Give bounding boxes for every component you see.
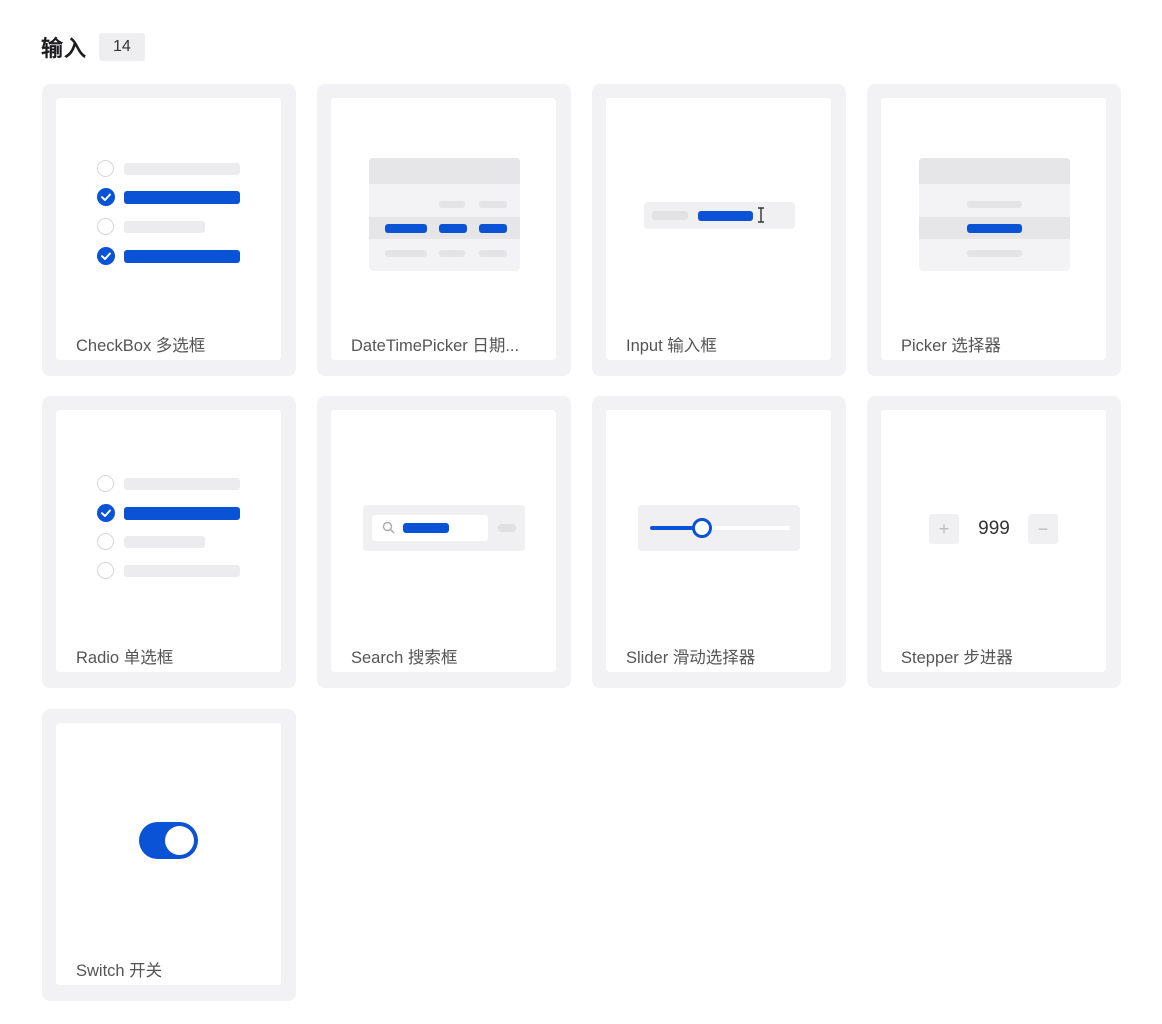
card-label: Input 输入框 [626, 337, 717, 355]
selected-bar [439, 224, 467, 233]
card-datetimepicker-inner: DateTimePicker 日期... [331, 98, 556, 360]
placeholder-bar [385, 250, 427, 257]
checkbox-illustration [56, 98, 281, 318]
card-picker-inner: Picker 选择器 [881, 98, 1106, 360]
stepper-value: 999 [978, 518, 1010, 539]
placeholder-bar [124, 478, 240, 490]
card-search[interactable]: Search 搜索框 [317, 396, 571, 688]
card-label: CheckBox 多选框 [76, 337, 206, 355]
placeholder-bar [124, 221, 205, 233]
card-switch-inner: Switch 开关 [56, 723, 281, 985]
card-slider[interactable]: Slider 滑动选择器 [592, 396, 846, 688]
card-stepper-inner: + 999 − Stepper 步进器 [881, 410, 1106, 672]
card-checkbox[interactable]: CheckBox 多选框 [42, 84, 296, 376]
stepper-minus-button: − [1028, 514, 1058, 544]
selected-bar [124, 250, 240, 263]
card-label: DateTimePicker 日期... [351, 337, 520, 355]
check-icon [97, 247, 115, 265]
check-icon [97, 504, 115, 522]
section-header: 输入 14 [41, 31, 145, 63]
input-illustration [606, 98, 831, 318]
slider-illustration [606, 410, 831, 630]
placeholder-bar [124, 565, 240, 577]
selected-bar [967, 224, 1022, 233]
datetimepicker-illustration [331, 98, 556, 318]
section-count-badge: 14 [99, 33, 145, 61]
slider-thumb-icon [692, 518, 712, 538]
card-search-inner: Search 搜索框 [331, 410, 556, 672]
radio-illustration [56, 410, 281, 630]
section-title: 输入 [41, 36, 88, 61]
card-stepper[interactable]: + 999 − Stepper 步进器 [867, 396, 1121, 688]
search-icon [382, 521, 395, 534]
card-label: Picker 选择器 [901, 337, 1001, 355]
placeholder-bar [124, 163, 240, 175]
card-label: Search 搜索框 [351, 649, 458, 667]
card-slider-inner: Slider 滑动选择器 [606, 410, 831, 672]
selected-bar [124, 191, 240, 204]
text-cursor-icon [758, 207, 764, 223]
card-radio-inner: Radio 单选框 [56, 410, 281, 672]
selected-bar [124, 507, 240, 520]
placeholder-bar [479, 250, 507, 257]
card-label: Slider 滑动选择器 [626, 649, 756, 667]
card-picker[interactable]: Picker 选择器 [867, 84, 1121, 376]
placeholder-bar [124, 536, 205, 548]
radio-off-icon [97, 160, 114, 177]
search-illustration [331, 410, 556, 630]
picker-illustration [881, 98, 1106, 318]
card-input-inner: Input 输入框 [606, 98, 831, 360]
card-switch[interactable]: Switch 开关 [42, 709, 296, 1001]
selected-bar [479, 224, 507, 233]
card-input[interactable]: Input 输入框 [592, 84, 846, 376]
placeholder-bar [967, 250, 1022, 257]
card-label: Radio 单选框 [76, 649, 174, 667]
selected-bar [385, 224, 427, 233]
placeholder-bar [967, 201, 1022, 208]
switch-illustration [56, 723, 281, 943]
placeholder-bar [439, 250, 465, 257]
stepper-illustration: + 999 − [881, 410, 1106, 630]
input-value-bar [698, 211, 753, 221]
stepper-plus-button: + [929, 514, 959, 544]
picker-header [369, 158, 520, 184]
radio-off-icon [97, 475, 114, 492]
placeholder-bar [652, 211, 688, 220]
card-label: Switch 开关 [76, 962, 163, 980]
check-icon [97, 188, 115, 206]
switch-knob-icon [165, 826, 194, 855]
card-datetimepicker[interactable]: DateTimePicker 日期... [317, 84, 571, 376]
picker-header [919, 158, 1070, 184]
search-action-bar [498, 524, 516, 532]
card-radio[interactable]: Radio 单选框 [42, 396, 296, 688]
search-value-bar [403, 523, 449, 533]
radio-off-icon [97, 218, 114, 235]
placeholder-bar [439, 201, 465, 208]
radio-off-icon [97, 562, 114, 579]
card-label: Stepper 步进器 [901, 649, 1013, 667]
card-checkbox-inner: CheckBox 多选框 [56, 98, 281, 360]
placeholder-bar [479, 201, 507, 208]
radio-off-icon [97, 533, 114, 550]
